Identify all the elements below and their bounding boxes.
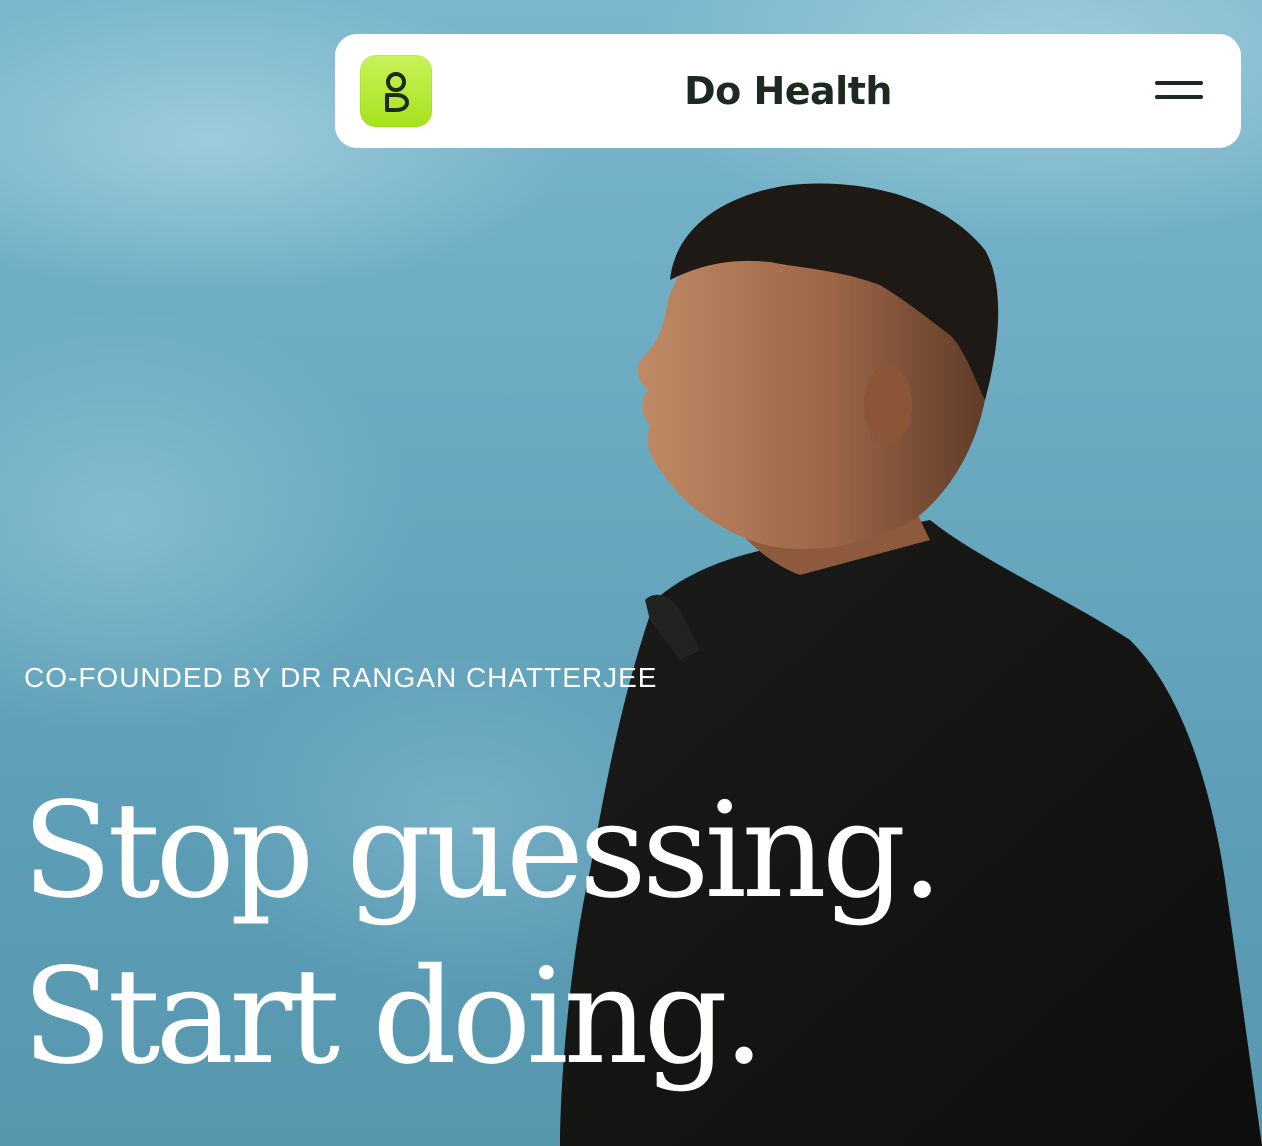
hamburger-menu-icon-bar [1155,95,1203,99]
hero-headline: Stop guessing. Start doing. [22,768,943,1100]
headline-line-2: Start doing. [22,940,765,1094]
hamburger-menu-icon [1155,81,1203,85]
menu-button[interactable] [1145,70,1203,112]
brand-name[interactable]: Do Health [335,64,1241,118]
headline-line-1: Stop guessing. [22,774,943,928]
cofounder-caption: CO-FOUNDED BY DR RANGAN CHATTERJEE [24,662,658,693]
hero-section: Do Health CO-FOUNDED BY DR RANGAN CHATTE… [0,0,1262,1146]
top-nav: Do Health [335,34,1241,148]
